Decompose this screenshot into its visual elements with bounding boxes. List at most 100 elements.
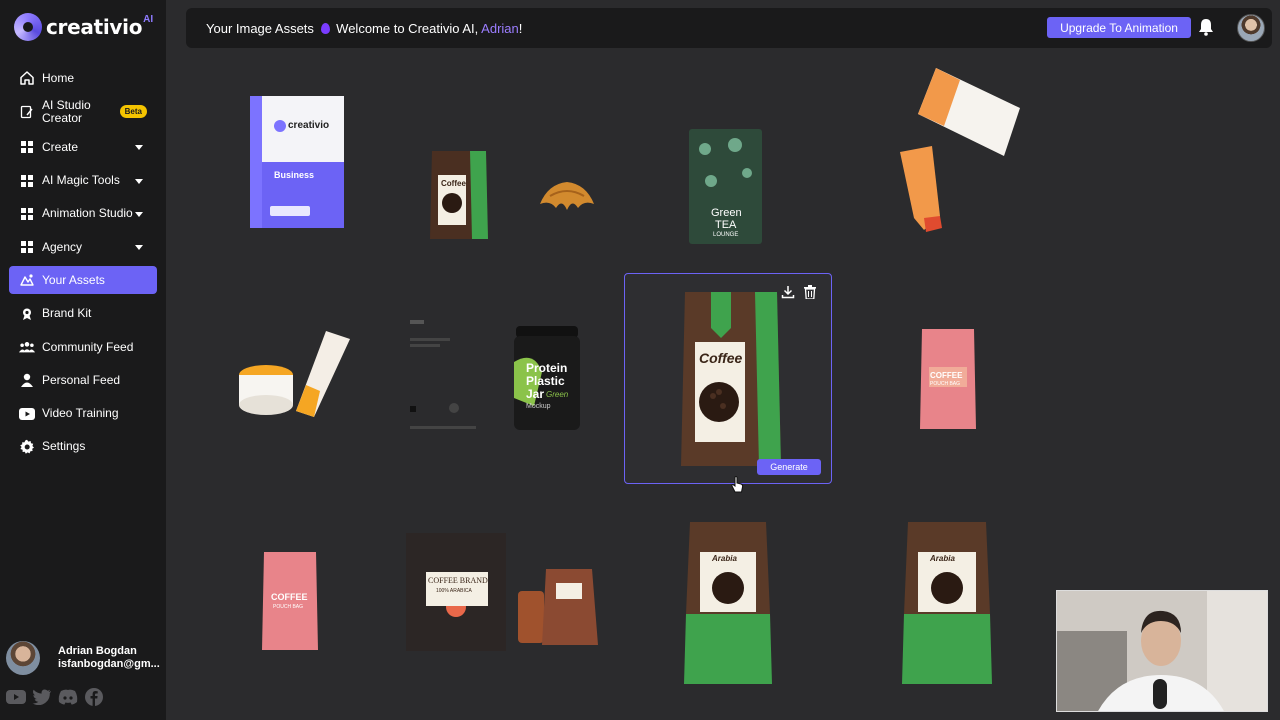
sidebar-item-label: Brand Kit bbox=[42, 306, 92, 321]
asset-coffee-bag-small[interactable]: Coffee bbox=[428, 145, 490, 243]
sidebar-item-animation-studio[interactable]: Animation Studio bbox=[9, 200, 157, 228]
beta-badge: Beta bbox=[119, 105, 147, 119]
user-profile[interactable]: Adrian Bogdan isfanbogdan@gm... bbox=[6, 640, 162, 676]
sidebar-item-label: Personal Feed bbox=[42, 372, 121, 387]
logo-text: creativio bbox=[46, 15, 143, 39]
asset-coffee-bag-green-1[interactable]: Arabia bbox=[684, 518, 772, 686]
mouse-cursor bbox=[731, 476, 745, 499]
selected-asset-card[interactable]: Coffee Generate bbox=[624, 273, 832, 484]
sidebar-item-create[interactable]: Create bbox=[9, 133, 157, 161]
sidebar-item-label: Create bbox=[42, 139, 79, 154]
selected-coffee-label: Coffee bbox=[699, 350, 743, 366]
asset-coffee-bag-green-2[interactable]: Arabia bbox=[902, 518, 992, 686]
page-title: Your Image Assets bbox=[206, 21, 314, 36]
asset-green-tea-pouch[interactable]: Green TEA LOUNGE bbox=[689, 129, 762, 244]
welcome-text: Welcome to Creativio AI, bbox=[336, 21, 479, 36]
chevron-down-icon[interactable] bbox=[135, 145, 143, 151]
sidebar-item-ai-magic-tools[interactable]: AI Magic Tools bbox=[9, 167, 157, 195]
grid-icon bbox=[19, 173, 35, 189]
grid-icon bbox=[19, 206, 35, 222]
asset-croissant[interactable] bbox=[538, 178, 596, 214]
sidebar-item-personal-feed[interactable]: Personal Feed bbox=[9, 366, 157, 394]
trash-icon[interactable] bbox=[803, 285, 817, 300]
grid-icon bbox=[19, 239, 35, 255]
asset-coffee-brand-set[interactable]: COFFEE BRAND 100% ARABICA bbox=[406, 533, 600, 651]
top-bar: Your Image Assets Welcome to Creativio A… bbox=[186, 8, 1272, 48]
chevron-down-icon[interactable] bbox=[135, 245, 143, 251]
sidebar-item-home[interactable]: Home bbox=[9, 64, 157, 92]
pink-pouch-line-2: POUCH BAG bbox=[930, 381, 961, 387]
brand-icon bbox=[19, 306, 35, 322]
tea-line-1: Green bbox=[711, 207, 742, 219]
asset-cream-jar-tube[interactable] bbox=[238, 323, 352, 419]
app-logo[interactable]: creativio AI bbox=[14, 10, 153, 44]
youtube-icon[interactable] bbox=[6, 688, 26, 706]
sidebar-item-settings[interactable]: Settings bbox=[9, 433, 157, 461]
user-email: isfanbogdan@gm... bbox=[58, 658, 160, 670]
gear-icon bbox=[19, 439, 35, 455]
coffee-bag-label: Coffee bbox=[441, 179, 466, 188]
chevron-down-icon[interactable] bbox=[135, 178, 143, 184]
sidebar-item-label: Your Assets bbox=[42, 272, 105, 287]
sidebar-item-agency[interactable]: Agency bbox=[9, 233, 157, 261]
assets-icon bbox=[19, 272, 35, 288]
user-name: Adrian Bogdan bbox=[58, 645, 137, 657]
discord-icon[interactable] bbox=[58, 688, 78, 706]
brand-card: COFFEE BRAND 100% ARABICA bbox=[426, 572, 488, 606]
avatar bbox=[6, 641, 40, 675]
label-line-1: AI Studio bbox=[42, 98, 91, 113]
jar-line-3: Jar bbox=[526, 387, 545, 401]
pink-pouch-line-1: COFFEE bbox=[930, 371, 963, 380]
studio-icon bbox=[19, 104, 35, 120]
sidebar-item-label: Agency bbox=[42, 239, 83, 254]
twitter-icon[interactable] bbox=[32, 688, 52, 706]
brand-card-line-1: COFFEE BRAND bbox=[428, 576, 488, 585]
logo-sup: AI bbox=[143, 13, 154, 25]
box-title-text: Business bbox=[274, 170, 315, 180]
asset-mockup-sheet[interactable] bbox=[408, 318, 478, 438]
sidebar-item-label: AI Studio Creator bbox=[42, 99, 91, 125]
label-line-2: Creator bbox=[42, 111, 83, 126]
jar-line-1: Protein bbox=[526, 361, 568, 375]
jar-mockup: Mockup bbox=[526, 403, 551, 410]
webcam-overlay bbox=[1056, 590, 1268, 712]
welcome-user-name: Adrian bbox=[481, 21, 519, 36]
sidebar-item-label: Animation Studio bbox=[42, 206, 133, 221]
box-brand-text: creativio bbox=[288, 120, 330, 131]
sidebar-item-label: Settings bbox=[42, 439, 86, 454]
sidebar-item-label: Video Training bbox=[42, 406, 119, 421]
sidebar-item-brand-kit[interactable]: Brand Kit bbox=[9, 300, 157, 328]
brand-card-line-2: 100% ARABICA bbox=[436, 588, 472, 594]
sidebar-item-label: AI Magic Tools bbox=[42, 173, 120, 188]
youtube-icon bbox=[19, 406, 35, 422]
upgrade-button[interactable]: Upgrade To Animation bbox=[1047, 17, 1191, 38]
tea-line-3: LOUNGE bbox=[713, 232, 739, 238]
community-icon bbox=[19, 339, 35, 355]
generate-button[interactable]: Generate bbox=[757, 459, 821, 475]
download-icon[interactable] bbox=[781, 285, 795, 299]
welcome-message: Your Image Assets Welcome to Creativio A… bbox=[206, 21, 522, 36]
home-icon bbox=[19, 70, 35, 86]
sidebar-item-label: Community Feed bbox=[42, 339, 134, 354]
sidebar-item-ai-studio-creator[interactable]: AI Studio Creator Beta bbox=[9, 97, 157, 127]
sidebar-item-your-assets[interactable]: Your Assets bbox=[9, 266, 157, 295]
asset-coffee-pouch-pink-2[interactable]: COFFEE POUCH BAG bbox=[261, 550, 319, 652]
green-bag-1-label: Arabia bbox=[712, 554, 737, 563]
sidebar-nav: Home AI Studio Creator Beta Create AI Ma… bbox=[9, 64, 157, 466]
jar-sub: Green bbox=[546, 390, 569, 399]
sidebar-item-video-training[interactable]: Video Training bbox=[9, 400, 157, 428]
green-bag-2-label: Arabia bbox=[930, 554, 955, 563]
chevron-down-icon[interactable] bbox=[135, 211, 143, 217]
top-avatar[interactable] bbox=[1237, 14, 1265, 42]
asset-business-box[interactable]: creativio Business bbox=[250, 96, 344, 228]
sidebar-item-community-feed[interactable]: Community Feed bbox=[9, 333, 157, 361]
asset-orange-box-tube[interactable] bbox=[900, 68, 1022, 233]
bell-icon[interactable] bbox=[1198, 18, 1214, 36]
sidebar: creativio AI Home AI Studio Creator Beta… bbox=[0, 0, 166, 720]
asset-coffee-pouch-pink[interactable]: COFFEE POUCH BAG bbox=[919, 327, 977, 431]
jar-line-2: Plastic bbox=[526, 374, 565, 388]
flame-icon bbox=[320, 23, 330, 34]
asset-protein-jar[interactable]: Protein Plastic Jar Green Mockup bbox=[514, 326, 580, 430]
facebook-icon[interactable] bbox=[84, 688, 104, 706]
welcome-suffix: ! bbox=[518, 21, 523, 36]
